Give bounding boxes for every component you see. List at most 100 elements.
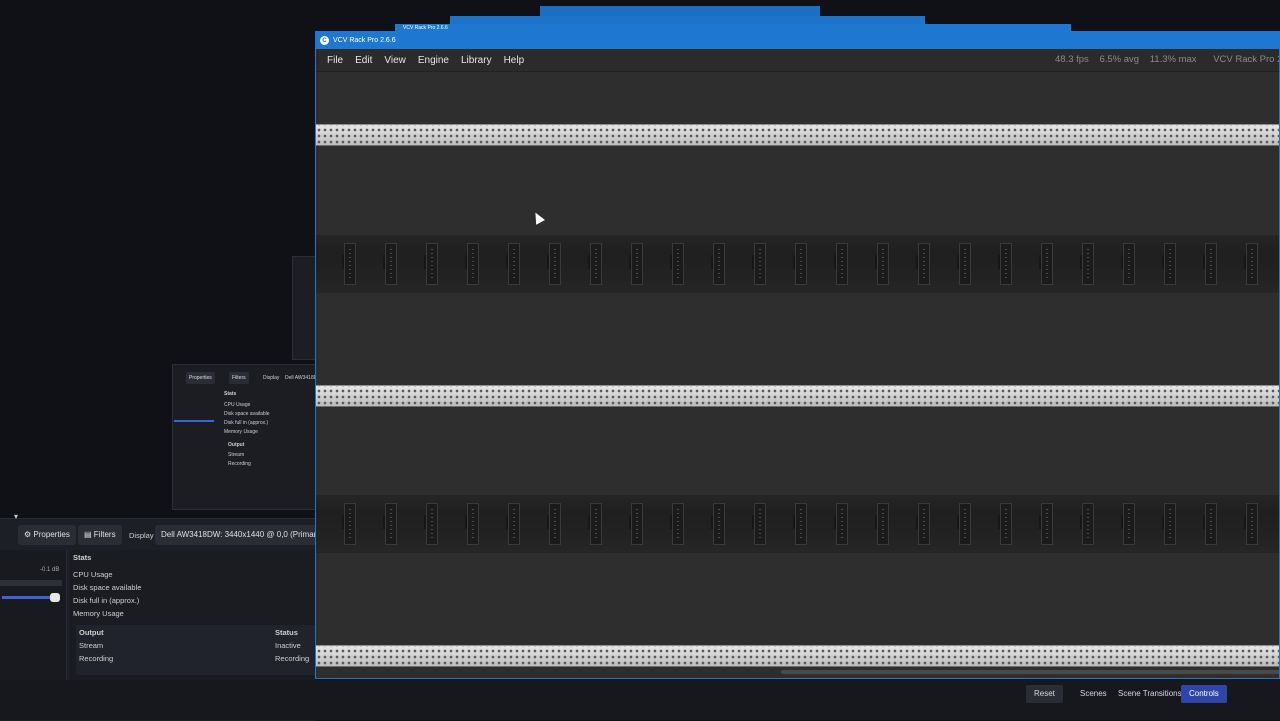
rack-mount-slot (754, 243, 766, 285)
mini-output-row: Stream (228, 452, 245, 458)
menu-help[interactable]: Help (504, 55, 525, 66)
fps-readout: 48.3 fps (1055, 54, 1089, 65)
rack-mount-slot (959, 243, 971, 285)
menu-file[interactable]: File (327, 55, 343, 66)
mini-volume-slider[interactable] (174, 420, 214, 422)
rack-mount-slot (426, 503, 438, 545)
mini-properties-button[interactable]: Properties (186, 372, 215, 384)
menu-engine[interactable]: Engine (418, 55, 449, 66)
stat-row-memory: Memory Usage (73, 609, 124, 618)
audio-meter (0, 580, 62, 586)
output-status-recording: Recording (275, 654, 310, 663)
mini-filters-button[interactable]: Filters (229, 372, 249, 384)
mini-stats-header: Stats (224, 391, 237, 397)
obs-source-toolbar: ⚙ Properties ▤ Filters Display Dell AW34… (0, 525, 337, 547)
rack-mount-slot (1164, 243, 1176, 285)
stat-row-cpu: CPU Usage (73, 570, 113, 579)
rack-mount-slot (631, 503, 643, 545)
rack-mount-slot (385, 243, 397, 285)
rack-mount-slot (877, 503, 889, 545)
rack-rail (316, 385, 1279, 407)
rack-mount-slot (1082, 503, 1094, 545)
output-row-stream: Stream (79, 641, 104, 650)
menu-edit[interactable]: Edit (355, 55, 372, 66)
rack-mount-slot (590, 243, 602, 285)
rack-mount-slot (1205, 243, 1217, 285)
rack-mount-slot (836, 243, 848, 285)
rack-mount-slot (508, 243, 520, 285)
rack-mount-slot (1000, 243, 1012, 285)
output-row-recording: Recording (79, 654, 114, 663)
rack-mount-slot (713, 243, 725, 285)
rack-mount-slot (1082, 243, 1094, 285)
rack-mount-slot (1041, 243, 1053, 285)
menu-view[interactable]: View (384, 55, 406, 66)
mini-output-row: Recording (228, 461, 251, 467)
display-select[interactable]: Dell AW3418DW: 3440x1440 @ 0,0 (Primary … (155, 525, 337, 545)
vcv-titlebar[interactable]: C VCV Rack Pro 2.6.6 (316, 32, 1279, 49)
menu-library[interactable]: Library (461, 55, 492, 66)
audio-db-readout: -0.1 dB (40, 567, 60, 573)
reset-button[interactable]: Reset (1026, 685, 1063, 703)
rack-mount-slot (344, 503, 356, 545)
rack-canvas[interactable] (316, 72, 1279, 678)
mini-stat-row: CPU Usage (224, 402, 251, 408)
stat-row-disk: Disk space available (73, 583, 142, 592)
tab-controls[interactable]: Controls (1181, 685, 1227, 703)
rack-mount-slot (672, 503, 684, 545)
mini-display-value: Dell AW3418D (285, 375, 318, 381)
mini-stat-row: Disk full in (approx.) (224, 420, 269, 426)
display-label: Display (129, 531, 154, 540)
rack-mount-slot (795, 503, 807, 545)
stat-row-disk-full: Disk full in (approx.) (73, 596, 140, 605)
output-status-stream: Inactive (275, 641, 301, 650)
rack-mount-slot (1164, 503, 1176, 545)
rack-rail (316, 645, 1279, 667)
app-version-label: VCV Rack Pro 2. (1213, 54, 1280, 65)
rack-mount-slot (1123, 243, 1135, 285)
rack-mount-slot (426, 243, 438, 285)
rack-row-empty (316, 235, 1279, 293)
rack-mount-slot (754, 503, 766, 545)
filter-icon: ▤ (84, 530, 92, 539)
properties-button[interactable]: ⚙ Properties (18, 525, 76, 545)
output-header: Output (79, 628, 104, 637)
rack-row-empty (316, 495, 1279, 553)
rack-mount-slot (385, 503, 397, 545)
mini-output-header: Output (228, 442, 245, 448)
rack-mount-slot (1123, 503, 1135, 545)
rack-mount-slot (1246, 243, 1258, 285)
vcv-menubar: File Edit View Engine Library Help 48.3 … (316, 49, 1279, 72)
filters-button[interactable]: ▤ Filters (78, 525, 122, 545)
engine-status: 48.3 fps 6.5% avg 11.3% max VCV Rack Pro… (1055, 54, 1280, 65)
mini-display-label: Display (263, 375, 280, 381)
rack-mount-slot (836, 503, 848, 545)
rack-mount-slot (1246, 503, 1258, 545)
rack-mount-slot (508, 503, 520, 545)
rack-rail (316, 124, 1279, 146)
rack-mount-slot (918, 503, 930, 545)
stats-header: Stats (73, 553, 92, 562)
rack-mount-slot (1041, 503, 1053, 545)
tab-scenes[interactable]: Scenes (1072, 685, 1115, 703)
rack-mount-slot (918, 243, 930, 285)
status-header: Status (275, 628, 298, 637)
window-title: VCV Rack Pro 2.6.6 (333, 37, 396, 44)
rack-mount-slot (672, 243, 684, 285)
tab-scene-transitions[interactable]: Scene Transitions (1110, 685, 1190, 703)
rack-mount-slot (467, 243, 479, 285)
rack-mount-slot (631, 243, 643, 285)
mini-stat-row: Memory Usage (224, 429, 258, 435)
rack-mount-slot (590, 503, 602, 545)
rack-mount-slot (549, 503, 561, 545)
cpu-max-readout: 11.3% max (1149, 54, 1197, 65)
rack-mount-slot (467, 503, 479, 545)
horizontal-scrollbar[interactable] (781, 670, 1279, 674)
volume-slider-handle[interactable] (50, 593, 60, 602)
vcv-rack-window: C VCV Rack Pro 2.6.6 File Edit View Engi… (315, 31, 1280, 679)
rack-mount-slot (713, 503, 725, 545)
gear-icon: ⚙ (24, 530, 32, 539)
vcv-logo-icon: C (320, 36, 329, 45)
dropdown-arrow-icon[interactable]: ▾ (14, 512, 18, 521)
rack-mount-slot (959, 503, 971, 545)
